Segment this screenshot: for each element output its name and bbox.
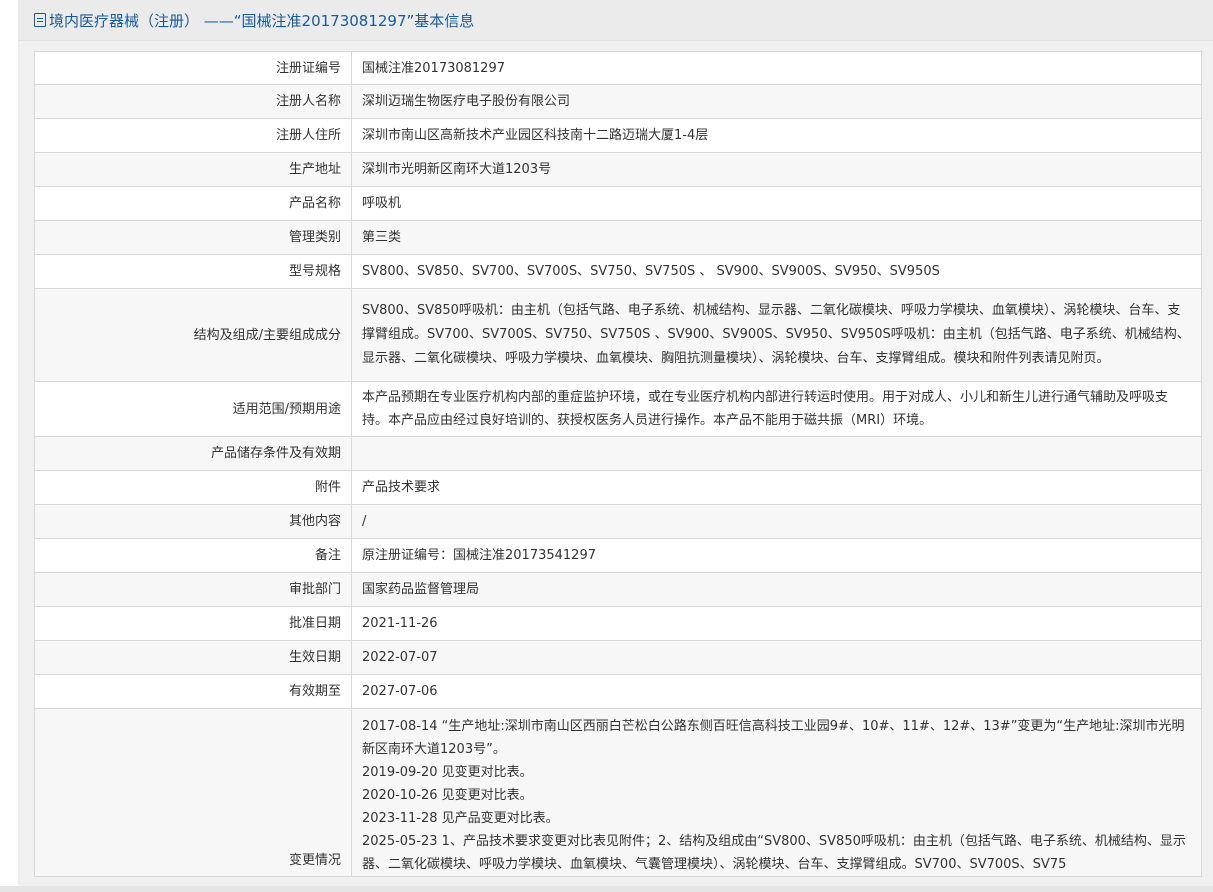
row-label: 生效日期 <box>34 640 352 675</box>
row-value: 本产品预期在专业医疗机构内部的重症监护环境，或在专业医疗机构内部进行转运时使用。… <box>351 381 1202 437</box>
table-row: 型号规格 SV800、SV850、SV700、SV700S、SV750、SV75… <box>34 254 1202 289</box>
change-entry: 2023-11-28 见产品变更对比表。 <box>362 811 559 826</box>
table-row: 管理类别 第三类 <box>34 220 1202 255</box>
row-label: 注册人住所 <box>34 118 352 153</box>
row-label: 适用范围/预期用途 <box>34 381 352 437</box>
table-row: 审批部门 国家药品监督管理局 <box>34 572 1202 607</box>
row-value: SV800、SV850、SV700、SV700S、SV750、SV750S 、 … <box>351 254 1202 289</box>
changes-list: 2017-08-14 “生产地址:深圳市南山区西丽白芒松白公路东侧百旺信高科技工… <box>351 708 1202 877</box>
row-label: 注册证编号 <box>34 51 352 85</box>
row-value: 呼吸机 <box>351 186 1202 221</box>
row-value: 2021-11-26 <box>351 606 1202 641</box>
row-label-changes: 变更情况 <box>34 708 352 877</box>
row-label: 型号规格 <box>34 254 352 289</box>
row-label: 注册人名称 <box>34 84 352 119</box>
page-title: 境内医疗器械（注册） ——“国械注准20173081297”基本信息 <box>49 11 475 30</box>
table-row: 附件 产品技术要求 <box>34 470 1202 505</box>
table-row: 生产地址 深圳市光明新区南环大道1203号 <box>34 152 1202 187</box>
table-row: 产品储存条件及有效期 <box>34 436 1202 471</box>
row-value: 原注册证编号：国械注准20173541297 <box>351 538 1202 573</box>
table-row: 适用范围/预期用途 本产品预期在专业医疗机构内部的重症监护环境，或在专业医疗机构… <box>34 381 1202 437</box>
row-value <box>351 436 1202 471</box>
page-header: 境内医疗器械（注册） ——“国械注准20173081297”基本信息 <box>18 0 1213 41</box>
row-label: 生产地址 <box>34 152 352 187</box>
info-table: 注册证编号 国械注准20173081297 注册人名称 深圳迈瑞生物医疗电子股份… <box>34 51 1202 877</box>
row-label: 备注 <box>34 538 352 573</box>
row-label: 批准日期 <box>34 606 352 641</box>
row-label: 有效期至 <box>34 674 352 709</box>
row-value: 产品技术要求 <box>351 470 1202 505</box>
row-value: 深圳市南山区高新技术产业园区科技南十二路迈瑞大厦1-4层 <box>351 118 1202 153</box>
table-row: 产品名称 呼吸机 <box>34 186 1202 221</box>
table-row: 生效日期 2022-07-07 <box>34 640 1202 675</box>
row-label: 其他内容 <box>34 504 352 539</box>
change-entry: 2020-10-26 见变更对比表。 <box>362 788 533 803</box>
row-value: 深圳市光明新区南环大道1203号 <box>351 152 1202 187</box>
table-row: 注册证编号 国械注准20173081297 <box>34 51 1202 85</box>
info-table-wrapper: 注册证编号 国械注准20173081297 注册人名称 深圳迈瑞生物医疗电子股份… <box>34 51 1202 877</box>
table-row: 结构及组成/主要组成成分 SV800、SV850呼吸机：由主机（包括气路、电子系… <box>34 288 1202 382</box>
row-value: 深圳迈瑞生物医疗电子股份有限公司 <box>351 84 1202 119</box>
table-row: 批准日期 2021-11-26 <box>34 606 1202 641</box>
table-row-changes: 变更情况 2017-08-14 “生产地址:深圳市南山区西丽白芒松白公路东侧百旺… <box>34 708 1202 877</box>
table-row: 注册人名称 深圳迈瑞生物医疗电子股份有限公司 <box>34 84 1202 119</box>
row-label: 附件 <box>34 470 352 505</box>
change-entry: 2019-09-20 见变更对比表。 <box>362 765 533 780</box>
row-label: 产品名称 <box>34 186 352 221</box>
row-value: 第三类 <box>351 220 1202 255</box>
left-margin <box>0 0 18 892</box>
row-label: 结构及组成/主要组成成分 <box>34 288 352 382</box>
row-value: 国家药品监督管理局 <box>351 572 1202 607</box>
change-entry: 2017-08-14 “生产地址:深圳市南山区西丽白芒松白公路东侧百旺信高科技工… <box>362 719 1185 757</box>
row-value: 国械注准20173081297 <box>351 51 1202 85</box>
row-value: 2027-07-06 <box>351 674 1202 709</box>
row-value: / <box>351 504 1202 539</box>
change-entry: 2025-05-23 1、产品技术要求变更对比表见附件；2、结构及组成由“SV8… <box>362 834 1186 872</box>
document-icon <box>34 13 46 27</box>
table-row: 有效期至 2027-07-06 <box>34 674 1202 709</box>
row-label: 管理类别 <box>34 220 352 255</box>
table-row: 其他内容 / <box>34 504 1202 539</box>
row-label: 审批部门 <box>34 572 352 607</box>
row-value: SV800、SV850呼吸机：由主机（包括气路、电子系统、机械结构、显示器、二氧… <box>351 288 1202 382</box>
table-row: 注册人住所 深圳市南山区高新技术产业园区科技南十二路迈瑞大厦1-4层 <box>34 118 1202 153</box>
row-value: 2022-07-07 <box>351 640 1202 675</box>
detail-panel: 境内医疗器械（注册） ——“国械注准20173081297”基本信息 注册证编号… <box>18 0 1213 892</box>
table-row: 备注 原注册证编号：国械注准20173541297 <box>34 538 1202 573</box>
horizontal-scrollbar[interactable] <box>0 886 1213 892</box>
row-label: 产品储存条件及有效期 <box>34 436 352 471</box>
